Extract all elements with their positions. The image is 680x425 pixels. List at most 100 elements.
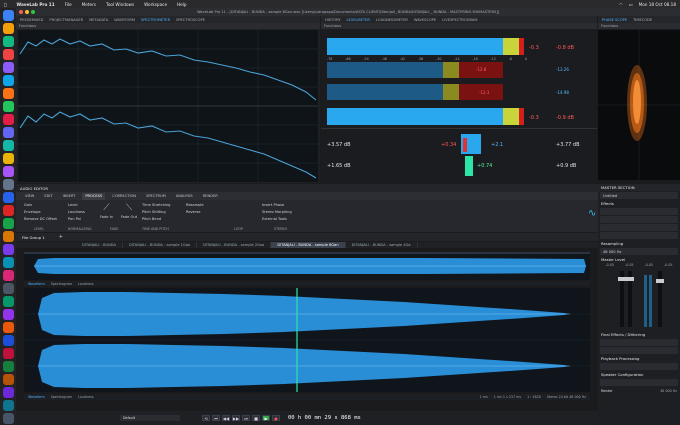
final-effect-slot-2[interactable] [600, 347, 678, 354]
dock-app-icon[interactable] [2, 400, 14, 411]
tab-process[interactable]: PROCESS [82, 192, 106, 200]
functions-bar[interactable]: Functions [16, 23, 320, 29]
resampling-row[interactable]: 48 000 Hz [600, 248, 678, 255]
effect-slot-2[interactable] [600, 216, 678, 223]
tab-wavescope[interactable]: WAVESCOPE [414, 18, 436, 22]
dock-app-icon[interactable] [2, 270, 14, 281]
dock-app-icon[interactable] [2, 153, 14, 164]
fade-in-button[interactable]: ⟋ Fade In [100, 203, 113, 219]
menu-app-name[interactable]: WaveLab Pro 11 [17, 2, 55, 7]
file-group-label[interactable]: File Group 1 [22, 235, 45, 240]
lane-spectrogram[interactable]: Spectrogram [51, 395, 72, 399]
final-effect-slot-1[interactable] [600, 339, 678, 346]
end-icon[interactable]: ⏭ [242, 415, 250, 421]
envelope-button[interactable]: Envelope [24, 210, 57, 214]
playback-slot[interactable] [600, 363, 678, 370]
lane-waveform-top[interactable]: Waveform [28, 282, 45, 286]
battery-icon[interactable]: ▭ [629, 2, 633, 7]
file-tab-4[interactable]: DITANJALI - BUNDA - sample 8Gan [271, 242, 346, 248]
dock-app-icon[interactable] [2, 413, 14, 424]
loudness-normalize-button[interactable]: Loudness [68, 210, 85, 214]
apple-icon[interactable]:  [4, 2, 7, 7]
tab-levelmeter[interactable]: LEVELMETER [347, 18, 370, 22]
tab-phase-scope[interactable]: PHASE SCOPE [602, 18, 627, 22]
lane-loudness-top[interactable]: Loudness [78, 282, 94, 286]
rewind-icon[interactable]: ⏮ [212, 415, 220, 421]
tab-metadata[interactable]: METADATA [89, 18, 108, 22]
dock-app-icon[interactable] [2, 36, 14, 47]
fader-knob-left[interactable] [618, 277, 626, 281]
stereo-morphing-button[interactable]: Stereo Morphing [262, 210, 292, 214]
menu-file[interactable]: File [65, 2, 72, 7]
dock-app-icon[interactable] [2, 218, 14, 229]
tab-insert[interactable]: INSERT [60, 193, 79, 200]
functions-bar-2[interactable]: Functions [321, 23, 597, 29]
tab-livespectrogram[interactable]: LIVESPECTROGRAM [442, 18, 477, 22]
dock-app-icon[interactable] [2, 49, 14, 60]
menu-help[interactable]: Help [177, 2, 187, 7]
menu-meters[interactable]: Meters [82, 2, 96, 7]
fader-knob-3[interactable] [656, 279, 664, 283]
back-icon[interactable]: ◀◀ [222, 415, 230, 421]
tab-peedemixed[interactable]: PEEDEMIXED [20, 18, 43, 22]
dock-app-icon[interactable] [2, 322, 14, 333]
tab-correction[interactable]: CORRECTION [109, 193, 139, 200]
effect-slot-3[interactable] [600, 224, 678, 231]
fade-out-button[interactable]: ⟍ Fade Out [121, 203, 137, 219]
dock-app-icon[interactable] [2, 114, 14, 125]
clock[interactable]: Mon 18 Oct 08.18 [639, 2, 676, 7]
play-icon[interactable]: ▶ [262, 415, 270, 421]
tab-projectmanager[interactable]: PROJECTMANAGER [49, 18, 83, 22]
reverse-button[interactable]: Reverse [186, 210, 204, 214]
dock-app-icon[interactable] [2, 205, 14, 216]
loop-icon[interactable]: ⟲ [202, 415, 210, 421]
dock-app-icon[interactable] [2, 361, 14, 372]
file-tab-1[interactable]: DITANJALI - BUNDA [76, 242, 123, 248]
menu-workspace[interactable]: Workspace [144, 2, 167, 7]
stop-icon[interactable]: ■ [252, 415, 260, 421]
dock-app-icon[interactable] [2, 10, 14, 21]
dock-app-icon[interactable] [2, 257, 14, 268]
tab-history[interactable]: HISTORY [325, 18, 341, 22]
dock-app-icon[interactable] [2, 335, 14, 346]
external-tools-button[interactable]: External Tools [262, 217, 292, 221]
minimize-button[interactable] [25, 10, 29, 14]
preset-select[interactable]: Default [120, 415, 180, 421]
dock-app-icon[interactable] [2, 88, 14, 99]
zoom-button[interactable] [31, 10, 35, 14]
tab-spectroscope[interactable]: SPECTROSCOPE [176, 18, 205, 22]
tab-analysis[interactable]: ANALYSIS [173, 193, 196, 200]
dock-app-icon[interactable] [2, 231, 14, 242]
dock-app-icon[interactable] [2, 283, 14, 294]
dock-app-icon[interactable] [2, 101, 14, 112]
resample-button[interactable]: Resample [186, 203, 204, 207]
level-normalize-button[interactable]: Level [68, 203, 85, 207]
remove-dc-offset-button[interactable]: Remove DC Offset [24, 217, 57, 221]
add-icon[interactable]: + [59, 234, 63, 240]
tab-edit[interactable]: EDIT [41, 193, 55, 200]
file-tab-5[interactable]: DITANJALI - BUNDA - sample 4Ga [346, 242, 418, 248]
tab-waveform[interactable]: WAVEFORM [114, 18, 135, 22]
tab-loudnessmeter[interactable]: LOUDNESSMETER [376, 18, 408, 22]
tab-render[interactable]: RENDER [200, 193, 221, 200]
insert-phase-button[interactable]: Insert Phase [262, 203, 292, 207]
record-icon[interactable]: ● [272, 415, 280, 421]
time-stretching-button[interactable]: Time Stretching [142, 203, 170, 207]
dock-app-icon[interactable] [2, 166, 14, 177]
dock-app-icon[interactable] [2, 387, 14, 398]
dock-app-icon[interactable] [2, 244, 14, 255]
dock-app-icon[interactable] [2, 179, 14, 190]
functions-bar-3[interactable]: Functions [598, 23, 680, 29]
close-button[interactable] [19, 10, 23, 14]
menu-tool-windows[interactable]: Tool Windows [106, 2, 134, 7]
tab-view[interactable]: VIEW [22, 193, 37, 200]
preset-row[interactable]: Untitled [600, 192, 678, 199]
pan-normalize-button[interactable]: Pan Pal [68, 217, 85, 221]
lane-loudness[interactable]: Loudness [78, 395, 94, 399]
file-tab-2[interactable]: DITANJALI - BUNDA - sample 1Gaa [123, 242, 198, 248]
render-button[interactable]: Render [601, 389, 613, 393]
dock-app-icon[interactable] [2, 348, 14, 359]
forward-icon[interactable]: ▶▶ [232, 415, 240, 421]
overview-waveform[interactable] [24, 252, 590, 280]
file-tab-3[interactable]: DITANJALI - BUNDA - sample 2Gaa [197, 242, 272, 248]
